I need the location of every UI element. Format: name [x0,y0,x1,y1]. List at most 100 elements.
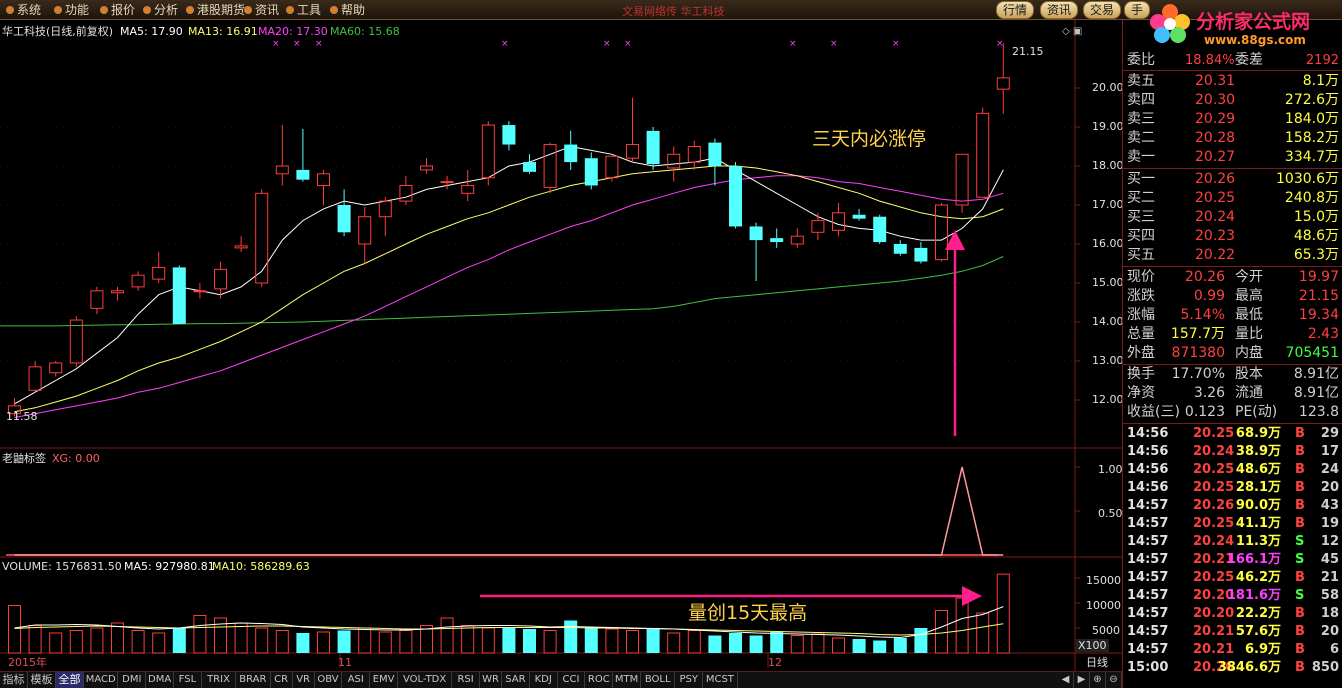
tick-side: B [1295,462,1305,477]
indicator-tab-fsl[interactable]: FSL [174,672,202,688]
menu-item-quote[interactable]: 报价 [100,2,135,18]
menu-item-function[interactable]: 功能 [54,2,89,18]
volume-bar-up [317,631,330,654]
indicator-tab-psy[interactable]: PSY [675,672,704,688]
zoom-in-icon[interactable]: ⊕ [1090,672,1106,688]
indicator-tick-1: 1.00 [1098,463,1123,476]
indicator-tab-dmi[interactable]: DMI [118,672,147,688]
stat-row: 外盘 871380 内盘 705451 [1123,344,1342,363]
volume-bar-up [399,630,413,654]
menu-item-hk-futures[interactable]: 港股期货 [186,2,245,18]
candle-body-up [955,153,969,206]
stat-label: 股本 [1235,366,1263,382]
ask-row[interactable]: 卖四 20.30 272.6万 [1123,91,1342,110]
bid-row[interactable]: 买一 20.26 1030.6万 [1123,170,1342,189]
volume-bar-up [811,633,825,654]
indicator-tab-mcst[interactable]: MCST [703,672,738,688]
indicator-tab-obv[interactable]: OBV [315,672,343,688]
indicator-tab-sar[interactable]: SAR [502,672,530,688]
candle [935,203,948,262]
candle [543,142,557,194]
tick-side: B [1295,426,1305,441]
tick-time: 14:56 [1127,444,1169,459]
tick-side: B [1295,660,1305,675]
quote-volume: 184.0万 [1284,111,1339,127]
stat-label: 量比 [1235,326,1263,342]
scroll-right-icon[interactable]: ▶ [1074,672,1090,688]
candle-body-up [275,165,289,175]
candle [708,138,722,186]
candle [564,130,578,170]
candle [770,228,784,248]
tick-side: S [1295,534,1305,549]
candle-body-down [852,214,866,219]
tab-news[interactable]: 资讯 [1040,1,1079,19]
indicator-tab-cr[interactable]: CR [271,672,293,688]
indicator-tab-trix[interactable]: TRIX [202,672,237,688]
bid-row[interactable]: 买二 20.25 240.8万 [1123,189,1342,208]
volume-bar-up [28,625,42,654]
menu-item-tools[interactable]: 工具 [286,2,321,18]
price-tick-label: 12.00 [1092,393,1124,406]
indicator-tab-kdj[interactable]: KDJ [530,672,558,688]
volume-bar-down [296,633,310,653]
bid-row[interactable]: 买五 20.22 65.3万 [1123,246,1342,265]
indicator-tab-roc[interactable]: ROC [585,672,614,688]
volume-bar-up [996,573,1010,654]
indicator-tab-mtm[interactable]: MTM [613,672,641,688]
tick-time: 14:56 [1127,426,1169,441]
indicator-tab-emv[interactable]: EMV [370,672,398,688]
zoom-out-icon[interactable]: ⊖ [1106,672,1122,688]
x-label-dec: 12 [768,656,782,669]
quote-volume: 334.7万 [1284,149,1339,165]
candle-body-up [90,290,104,309]
low-price-label: 11.58 [6,410,38,423]
tick-volume: 48.6万 [1235,462,1281,477]
tick-time: 14:57 [1127,606,1169,621]
kline-chart[interactable]: × × × × × × × × × × [0,20,1122,671]
tab-market[interactable]: 行情 [996,1,1035,19]
volume-unit: X100 [1076,639,1109,652]
bid-row[interactable]: 买四 20.23 48.6万 [1123,227,1342,246]
indicator-tab-vr[interactable]: VR [293,672,315,688]
volume-bar-down [502,627,516,653]
indicator-tab-全部[interactable]: 全部 [56,672,84,688]
candle [852,208,866,221]
candle-body-up [317,173,330,187]
indicator-tab-macd[interactable]: MACD [84,672,119,688]
quote-volume: 158.2万 [1284,130,1339,146]
indicator-tab-boll[interactable]: BOLL [641,672,676,688]
ask-row[interactable]: 卖一 20.27 334.7万 [1123,148,1342,167]
ask-row[interactable]: 卖五 20.31 8.1万 [1123,72,1342,91]
indicator-tab-模板[interactable]: 模板 [28,672,56,688]
candle-body-up [935,204,948,261]
period-label[interactable]: 日线 [1086,656,1108,669]
chart-options-icon[interactable]: ◇ ▣ [1062,25,1082,38]
ask-row[interactable]: 卖三 20.29 184.0万 [1123,110,1342,129]
menu-item-news[interactable]: 资讯 [244,2,279,18]
tab-trade[interactable]: 交易 [1083,1,1122,19]
indicator-tab-asi[interactable]: ASI [342,672,371,688]
indicator-title: 老鼬标签 [2,452,46,465]
ma5-line [14,145,1004,405]
menu-item-system[interactable]: 系统 [6,2,41,18]
indicator-tab-rsi[interactable]: RSI [452,672,480,688]
indicator-tab-cci[interactable]: CCI [558,672,586,688]
tick-side: B [1295,606,1305,621]
menu-item-analysis[interactable]: 分析 [143,2,178,18]
tick-side: S [1295,588,1305,603]
tick-count: 29 [1320,426,1339,441]
candle-body-up [626,144,639,159]
indicator-tab-brar[interactable]: BRAR [236,672,271,688]
stat-label: 涨幅 [1127,307,1155,323]
indicator-tab-wr[interactable]: WR [480,672,502,688]
volume-bar-up [790,635,804,654]
ask-row[interactable]: 卖二 20.28 158.2万 [1123,129,1342,148]
menu-item-help[interactable]: 帮助 [330,2,365,18]
indicator-tab-指标[interactable]: 指标 [0,672,28,688]
indicator-tab-dma[interactable]: DMA [146,672,174,688]
bid-row[interactable]: 买三 20.24 15.0万 [1123,208,1342,227]
indicator-tab-vol-tdx[interactable]: VOL-TDX [398,672,453,688]
scroll-left-icon[interactable]: ◀ [1058,672,1074,688]
quote-price: 20.27 [1195,149,1236,165]
